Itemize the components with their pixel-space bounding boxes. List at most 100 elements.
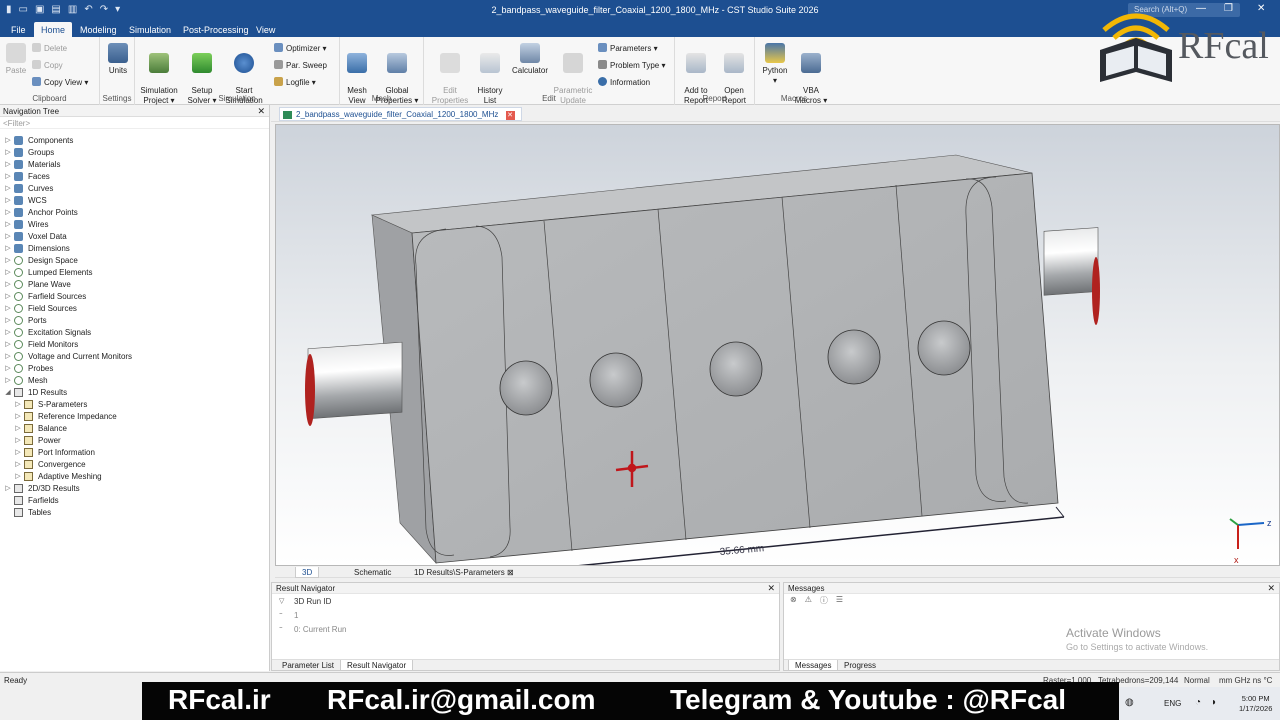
tree-item[interactable]: Farfields bbox=[0, 495, 269, 507]
expand-arrow-icon[interactable]: ▷ bbox=[4, 291, 12, 303]
expand-arrow-icon[interactable]: ▷ bbox=[4, 159, 12, 171]
tab-parameter-list[interactable]: Parameter List bbox=[276, 660, 340, 671]
tree-item[interactable]: ▷ Port Information bbox=[0, 447, 269, 459]
tree-item[interactable]: ▷ Anchor Points bbox=[0, 207, 269, 219]
network-icon[interactable]: ◍ bbox=[1125, 697, 1134, 708]
optimizer-button[interactable]: Optimizer ▾ bbox=[274, 43, 326, 53]
expand-arrow-icon[interactable]: ▷ bbox=[14, 399, 22, 411]
status-mode[interactable]: Normal bbox=[1184, 676, 1210, 685]
copy-button[interactable]: Copy bbox=[32, 60, 63, 70]
units-button[interactable]: Units bbox=[104, 43, 132, 76]
tree-item[interactable]: ▷ 2D/3D Results bbox=[0, 483, 269, 495]
expand-arrow-icon[interactable]: ▷ bbox=[4, 279, 12, 291]
expand-arrow-icon[interactable]: ▷ bbox=[4, 363, 12, 375]
tab-view[interactable]: View bbox=[249, 22, 282, 37]
tree-item[interactable]: ▷ Mesh bbox=[0, 375, 269, 387]
info-filter-icon[interactable]: ⓘ bbox=[820, 595, 828, 605]
tree-item[interactable]: ▷ Groups bbox=[0, 147, 269, 159]
python-button[interactable]: Python ▾ bbox=[759, 43, 791, 86]
delete-button[interactable]: Delete bbox=[32, 43, 67, 53]
expand-arrow-icon[interactable]: ▷ bbox=[14, 423, 22, 435]
expand-arrow-icon[interactable]: ▷ bbox=[4, 315, 12, 327]
tree-item[interactable]: ▷ S-Parameters bbox=[0, 399, 269, 411]
par-sweep-button[interactable]: Par. Sweep bbox=[274, 60, 327, 70]
expand-arrow-icon[interactable]: ▷ bbox=[4, 195, 12, 207]
result-row[interactable]: ▽ 3D Run ID bbox=[272, 594, 779, 608]
tree-item[interactable]: Tables bbox=[0, 507, 269, 519]
result-row[interactable]: ⁼ 0: Current Run bbox=[272, 622, 779, 636]
expand-arrow-icon[interactable]: ▷ bbox=[4, 147, 12, 159]
close-tab-icon[interactable]: ✕ bbox=[505, 111, 515, 120]
expand-arrow-icon[interactable]: ▷ bbox=[4, 255, 12, 267]
expand-arrow-icon[interactable]: ▷ bbox=[4, 327, 12, 339]
right-coax-port[interactable] bbox=[1043, 227, 1100, 325]
expand-arrow-icon[interactable]: ▷ bbox=[4, 231, 12, 243]
expand-arrow-icon[interactable]: ▷ bbox=[14, 471, 22, 483]
warning-filter-icon[interactable]: ⚠ bbox=[805, 595, 812, 604]
paste-button[interactable]: Paste bbox=[3, 43, 29, 76]
tree-item[interactable]: ▷ Balance bbox=[0, 423, 269, 435]
expand-arrow-icon[interactable]: ▷ bbox=[4, 135, 12, 147]
tree-item[interactable]: ▷ Materials bbox=[0, 159, 269, 171]
tab-messages[interactable]: Messages bbox=[788, 660, 839, 671]
close-tab-icon[interactable]: ⊠ bbox=[507, 568, 514, 577]
expand-arrow-icon[interactable]: ▷ bbox=[14, 447, 22, 459]
volume-icon[interactable]: ◗ bbox=[1211, 697, 1217, 708]
expand-arrow-icon[interactable]: ▷ bbox=[4, 243, 12, 255]
status-units[interactable]: mm GHz ns °C bbox=[1219, 676, 1272, 685]
expand-arrow-icon[interactable]: ▷ bbox=[14, 459, 22, 471]
clock[interactable]: 5:00 PM 1/17/2026 bbox=[1239, 694, 1272, 714]
tree-item[interactable]: ▷ Convergence bbox=[0, 459, 269, 471]
left-coax-port[interactable] bbox=[305, 341, 403, 426]
tree-item[interactable]: ▷ Plane Wave bbox=[0, 279, 269, 291]
tab-progress[interactable]: Progress bbox=[838, 660, 882, 671]
tree-item[interactable]: ▷ Faces bbox=[0, 171, 269, 183]
expand-arrow-icon[interactable]: ▷ bbox=[4, 219, 12, 231]
tree-filter-input[interactable]: <Filter> bbox=[0, 117, 269, 129]
logfile-button[interactable]: Logfile ▾ bbox=[274, 77, 316, 87]
tab-file[interactable]: File bbox=[4, 22, 33, 37]
tree-item[interactable]: ▷ Field Monitors bbox=[0, 339, 269, 351]
tab-1d-results-sparams[interactable]: 1D Results\S-Parameters ⊠ bbox=[408, 567, 520, 578]
tab-post-processing[interactable]: Post-Processing bbox=[176, 22, 256, 37]
tree-item[interactable]: ▷ Ports bbox=[0, 315, 269, 327]
expand-arrow-icon[interactable]: ▷ bbox=[14, 411, 22, 423]
tree-item[interactable]: ▷ WCS bbox=[0, 195, 269, 207]
tree-item[interactable]: ▷ Power bbox=[0, 435, 269, 447]
tree-item[interactable]: ▷ Voltage and Current Monitors bbox=[0, 351, 269, 363]
tree-item[interactable]: ◢ 1D Results bbox=[0, 387, 269, 399]
tab-simulation[interactable]: Simulation bbox=[122, 22, 178, 37]
expand-arrow-icon[interactable]: ▷ bbox=[4, 183, 12, 195]
tree-item[interactable]: ▷ Components bbox=[0, 135, 269, 147]
tree-item[interactable]: ▷ Probes bbox=[0, 363, 269, 375]
collapse-arrow-icon[interactable]: ◢ bbox=[4, 387, 12, 399]
tree-item[interactable]: ▷ Voxel Data bbox=[0, 231, 269, 243]
tree-item[interactable]: ▷ Adaptive Meshing bbox=[0, 471, 269, 483]
expand-arrow-icon[interactable]: ▷ bbox=[14, 435, 22, 447]
result-row[interactable]: ⁼ 1 bbox=[272, 608, 779, 622]
filter-model-3d[interactable]: 35.66 mm z x bbox=[276, 125, 1280, 566]
tree-item[interactable]: ▷ Field Sources bbox=[0, 303, 269, 315]
expand-arrow-icon[interactable]: ▷ bbox=[4, 339, 12, 351]
tree-item[interactable]: ▷ Curves bbox=[0, 183, 269, 195]
tree-item[interactable]: ▷ Lumped Elements bbox=[0, 267, 269, 279]
language-indicator[interactable]: ENG bbox=[1164, 699, 1181, 708]
tab-schematic[interactable]: Schematic bbox=[348, 567, 397, 578]
document-tab[interactable]: 2_bandpass_waveguide_filter_Coaxial_1200… bbox=[279, 107, 522, 121]
close-icon[interactable]: ✕ bbox=[1267, 583, 1275, 594]
expand-arrow-icon[interactable]: ▷ bbox=[4, 351, 12, 363]
expand-arrow-icon[interactable]: ▷ bbox=[4, 267, 12, 279]
parameters-button[interactable]: Parameters ▾ bbox=[598, 43, 658, 53]
tree-item[interactable]: ▷ Excitation Signals bbox=[0, 327, 269, 339]
close-icon[interactable]: ✕ bbox=[767, 583, 775, 594]
tab-3d[interactable]: 3D bbox=[295, 567, 320, 578]
copy-view-button[interactable]: Copy View ▾ bbox=[32, 77, 88, 87]
expand-arrow-icon[interactable]: ▷ bbox=[4, 375, 12, 387]
information-button[interactable]: Information bbox=[598, 77, 650, 87]
wifi-icon[interactable]: ◔ bbox=[1195, 697, 1201, 708]
tree-item[interactable]: ▷ Wires bbox=[0, 219, 269, 231]
tree-item[interactable]: ▷ Design Space bbox=[0, 255, 269, 267]
tab-home[interactable]: Home bbox=[34, 22, 73, 37]
expand-arrow-icon[interactable]: ▷ bbox=[4, 483, 12, 495]
close-icon[interactable]: ✕ bbox=[257, 106, 265, 117]
